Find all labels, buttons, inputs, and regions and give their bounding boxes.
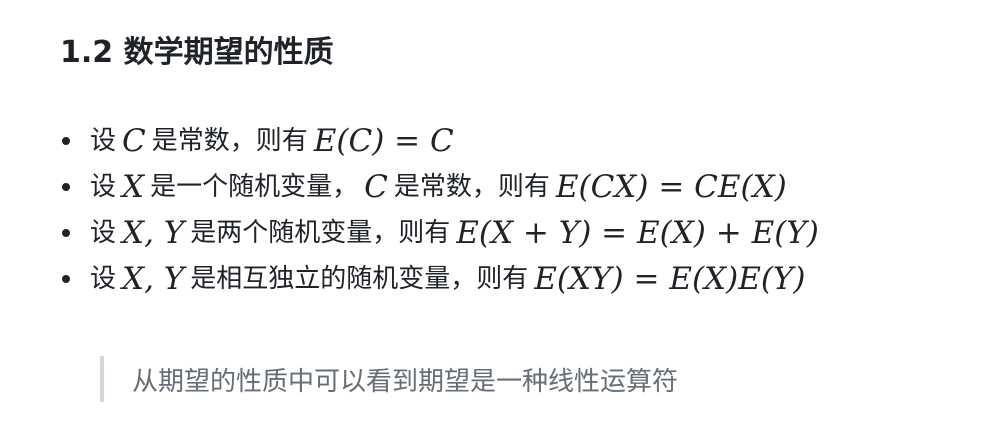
math-variable: X	[122, 169, 145, 205]
math-formula: E(XY) = E(X)E(Y)	[534, 261, 806, 297]
properties-list: 设 C 是常数，则有 E(C) = C 设 X 是一个随机变量， C 是常数，则…	[60, 118, 825, 302]
bullet-icon	[62, 137, 70, 145]
list-item: 设 X, Y 是两个随机变量，则有 E(X + Y) = E(X) + E(Y)	[60, 210, 825, 256]
math-variable: X, Y	[122, 215, 185, 251]
item-text: 是相互独立的随机变量，则有	[190, 264, 529, 294]
section-heading: 1.2 数学期望的性质	[60, 35, 334, 70]
bullet-icon	[62, 229, 70, 237]
math-variable: X, Y	[122, 261, 185, 297]
item-text: 是常数，则有	[393, 172, 550, 202]
bullet-icon	[62, 183, 70, 191]
item-prefix: 设	[90, 264, 117, 294]
item-prefix: 设	[90, 172, 117, 202]
item-prefix: 设	[90, 126, 117, 156]
item-prefix: 设	[90, 218, 117, 248]
item-text: 是两个随机变量，则有	[190, 218, 451, 248]
math-variable: C	[122, 123, 146, 159]
math-variable: C	[364, 169, 388, 205]
list-item: 设 X, Y 是相互独立的随机变量，则有 E(XY) = E(X)E(Y)	[60, 256, 825, 302]
list-item: 设 C 是常数，则有 E(C) = C	[60, 118, 825, 164]
math-formula: E(X + Y) = E(X) + E(Y)	[456, 215, 819, 251]
quote-text: 从期望的性质中可以看到期望是一种线性运算符	[132, 366, 679, 397]
list-item: 设 X 是一个随机变量， C 是常数，则有 E(CX) = CE(X)	[60, 164, 825, 210]
math-formula: E(C) = C	[313, 123, 454, 159]
item-text: 是常数，则有	[151, 126, 308, 156]
blockquote: 从期望的性质中可以看到期望是一种线性运算符	[100, 356, 678, 402]
item-text: 是一个随机变量，	[150, 172, 359, 202]
bullet-icon	[62, 275, 70, 283]
math-formula: E(CX) = CE(X)	[555, 169, 787, 205]
document-page: 1.2 数学期望的性质 设 C 是常数，则有 E(C) = C 设 X 是一个随…	[0, 0, 1002, 442]
